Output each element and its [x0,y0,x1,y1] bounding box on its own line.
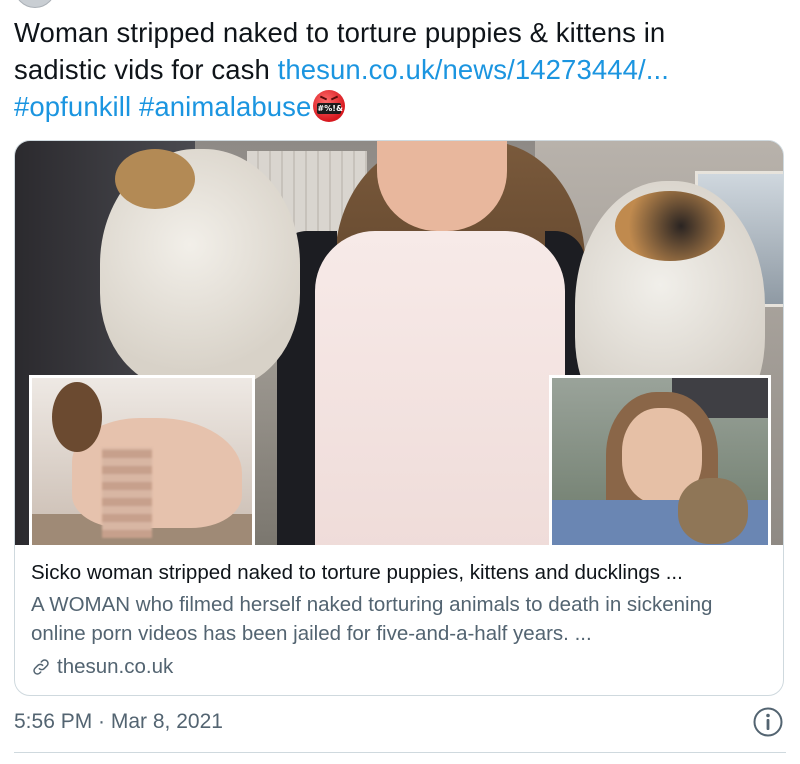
censor-blur [102,448,152,538]
card-domain-label: thesun.co.uk [57,655,174,678]
hashtag-opfunkill[interactable]: #opfunkill [14,91,131,122]
info-icon[interactable] [752,706,784,738]
avatar[interactable] [14,0,56,8]
card-image[interactable] [15,141,783,545]
emoji-symbols: #%!& [317,103,344,114]
link-preview-card[interactable]: Sicko woman stripped naked to torture pu… [14,140,784,696]
tweet-link[interactable]: thesun.co.uk/news/14273444/... [278,54,669,85]
card-body[interactable]: Sicko woman stripped naked to torture pu… [15,545,783,695]
inset-photo-left [29,375,255,545]
card-domain[interactable]: thesun.co.uk [31,653,173,681]
link-icon [33,659,49,675]
divider [14,752,786,753]
tweet-text-line2: sadistic vids for cash [14,54,278,85]
tweet-text-line1: Woman stripped naked to torture puppies … [14,17,666,48]
tweet-timestamp[interactable]: 5:56 PM · Mar 8, 2021 [14,708,223,736]
face-with-symbols-on-mouth-icon: #%!& [313,90,346,122]
tweet-text: Woman stripped naked to torture puppies … [14,14,784,125]
card-description: A WOMAN who filmed herself naked torturi… [31,593,713,645]
card-title[interactable]: Sicko woman stripped naked to torture pu… [31,559,683,587]
inset-photo-right [549,375,771,545]
hashtag-animalabuse[interactable]: #animalabuse [139,91,311,122]
